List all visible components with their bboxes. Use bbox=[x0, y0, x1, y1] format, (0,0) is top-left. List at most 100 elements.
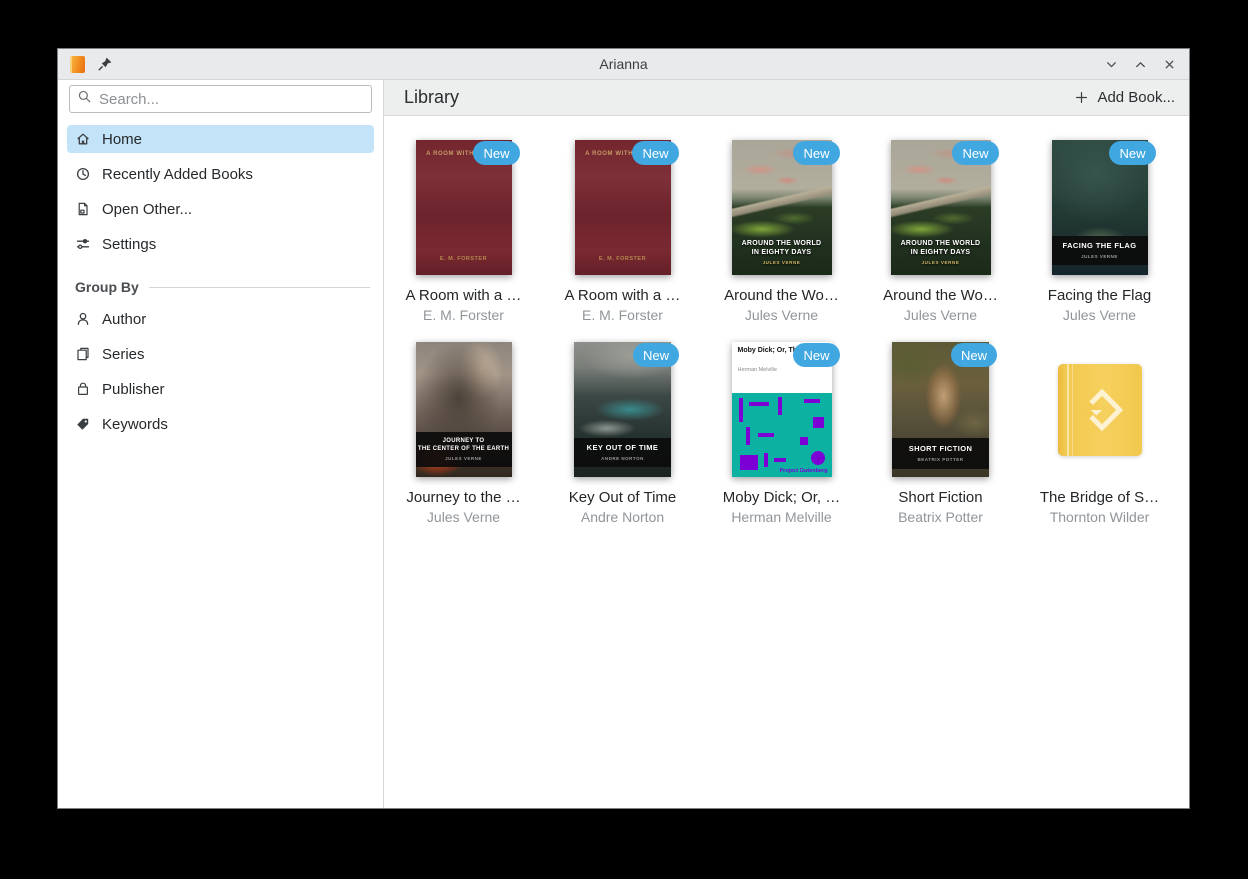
book-author: Herman Melville bbox=[731, 509, 831, 525]
book-author: E. M. Forster bbox=[582, 307, 663, 323]
sidebar-item-label: Recently Added Books bbox=[102, 166, 253, 183]
sidebar-item-open-other[interactable]: Open Other... bbox=[67, 195, 374, 223]
book-cover-area: JOURNEY TOTHE CENTER OF THE EARTH JULES V… bbox=[384, 342, 543, 477]
book-author: Andre Norton bbox=[581, 509, 664, 525]
sidebar-item-label: Open Other... bbox=[102, 201, 192, 218]
add-book-label: Add Book... bbox=[1097, 89, 1175, 106]
book-card-around-the-wo[interactable]: AROUND THE WORLDIN EIGHTY DAYSJULES VERN… bbox=[702, 140, 861, 323]
book-cover: AROUND THE WORLDIN EIGHTY DAYSJULES VERN… bbox=[732, 140, 832, 275]
book-cover: SHORT FICTIONBEATRIX POTTERNew bbox=[892, 342, 989, 477]
library-pane: Library Add Book... A ROOM WITH A VIEWE.… bbox=[384, 80, 1189, 808]
cover-art-band: KEY OUT OF TIME ANDRE NORTON bbox=[574, 438, 671, 467]
minimize-icon[interactable] bbox=[1104, 57, 1119, 72]
book-cover: A ROOM WITH A VIEWE. M. FORSTERNew bbox=[575, 140, 671, 275]
book-spine bbox=[1067, 364, 1069, 456]
book-author: Jules Verne bbox=[427, 509, 500, 525]
sidebar-item-keywords[interactable]: Keywords bbox=[67, 410, 374, 438]
new-badge: New bbox=[632, 141, 678, 165]
cover-art-band: FACING THE FLAGJULES VERNE bbox=[1052, 236, 1148, 265]
new-badge: New bbox=[473, 141, 519, 165]
book-title: Short Fiction bbox=[898, 489, 982, 506]
cover-art-title: FACING THE FLAG bbox=[1054, 241, 1146, 251]
sidebar-item-settings[interactable]: Settings bbox=[67, 230, 374, 258]
cover-art-author: JULES VERNE bbox=[732, 260, 832, 266]
book-title: Around the Wo… bbox=[883, 287, 998, 304]
book-cover-area: AROUND THE WORLDIN EIGHTY DAYSJULES VERN… bbox=[861, 140, 1020, 275]
cover-art-band: JOURNEY TOTHE CENTER OF THE EARTH JULES V… bbox=[416, 432, 512, 467]
book-cover-area: SHORT FICTIONBEATRIX POTTERNew bbox=[861, 342, 1020, 477]
book-author: Jules Verne bbox=[904, 307, 977, 323]
book-card-a-room-with-a[interactable]: A ROOM WITH A VIEWE. M. FORSTERNewA Room… bbox=[543, 140, 702, 323]
sidebar-item-series[interactable]: Series bbox=[67, 340, 374, 368]
cover-art-author: Herman Melville bbox=[738, 367, 826, 373]
sidebar-item-label: Settings bbox=[102, 236, 156, 253]
book-cover: AROUND THE WORLDIN EIGHTY DAYSJULES VERN… bbox=[891, 140, 991, 275]
maximize-icon[interactable] bbox=[1133, 57, 1148, 72]
new-badge: New bbox=[952, 141, 998, 165]
book-author: Jules Verne bbox=[1063, 307, 1136, 323]
book-title: Journey to the … bbox=[406, 489, 520, 506]
arianna-window: Arianna H bbox=[57, 48, 1190, 809]
new-badge: New bbox=[633, 343, 679, 367]
sidebar-item-home[interactable]: Home bbox=[67, 125, 374, 153]
add-book-button[interactable]: Add Book... bbox=[1074, 89, 1175, 106]
cover-art-author: JULES VERNE bbox=[418, 456, 510, 461]
cover-art-shapes: Project Gutenberg bbox=[732, 393, 832, 477]
cover-art-author: BEATRIX POTTER bbox=[894, 457, 987, 462]
clock-icon bbox=[75, 166, 91, 182]
cover-art-author: ANDRE NORTON bbox=[576, 456, 669, 461]
book-card-the-bridge-of-s[interactable]: The Bridge of S…Thornton Wilder bbox=[1020, 342, 1179, 525]
library-header: Library Add Book... bbox=[384, 80, 1189, 116]
search-box[interactable] bbox=[69, 85, 372, 113]
book-cover: JOURNEY TOTHE CENTER OF THE EARTH JULES V… bbox=[416, 342, 512, 477]
sidebar-item-label: Author bbox=[102, 311, 146, 328]
cover-art-footer: Project Gutenberg bbox=[780, 468, 828, 474]
search-input[interactable] bbox=[99, 91, 364, 108]
book-cover-area: Moby Dick; Or, The WhaleHerman MelvilleP… bbox=[702, 342, 861, 477]
sidebar-item-label: Publisher bbox=[102, 381, 165, 398]
book-cover-area: AROUND THE WORLDIN EIGHTY DAYSJULES VERN… bbox=[702, 140, 861, 275]
epub-logo-icon bbox=[1080, 388, 1122, 430]
book-author: E. M. Forster bbox=[423, 307, 504, 323]
book-author: Jules Verne bbox=[745, 307, 818, 323]
cover-art-title: JOURNEY TOTHE CENTER OF THE EARTH bbox=[418, 437, 510, 453]
app-icon[interactable] bbox=[70, 56, 85, 73]
group-by-divider bbox=[149, 287, 370, 288]
sidebar-item-label: Keywords bbox=[102, 416, 168, 433]
group-by-header: Group By bbox=[75, 279, 372, 295]
book-title: Key Out of Time bbox=[569, 489, 677, 506]
book-cover: FACING THE FLAGJULES VERNENew bbox=[1052, 140, 1148, 275]
sidebar-item-publisher[interactable]: Publisher bbox=[67, 375, 374, 403]
sidebar-nav: Home Recently Added Books Open Other... Set… bbox=[67, 125, 374, 258]
cover-art-title: AROUND THE WORLDIN EIGHTY DAYSJULES VERN… bbox=[891, 239, 991, 266]
book-card-facing-the-flag[interactable]: FACING THE FLAGJULES VERNENew Facing the … bbox=[1020, 140, 1179, 323]
titlebar[interactable]: Arianna bbox=[58, 49, 1189, 80]
book-cover-area: KEY OUT OF TIME ANDRE NORTON New bbox=[543, 342, 702, 477]
new-badge: New bbox=[951, 343, 997, 367]
close-icon[interactable] bbox=[1162, 57, 1177, 72]
book-card-key-out-of-time[interactable]: KEY OUT OF TIME ANDRE NORTON New Key Out of… bbox=[543, 342, 702, 525]
book-card-moby-dick-or[interactable]: Moby Dick; Or, The WhaleHerman MelvilleP… bbox=[702, 342, 861, 525]
book-cover-area: A ROOM WITH A VIEWE. M. FORSTERNew bbox=[384, 140, 543, 275]
book-cover bbox=[1058, 364, 1142, 456]
sidebar-item-author[interactable]: Author bbox=[67, 305, 374, 333]
sidebar-item-recently-added-books[interactable]: Recently Added Books bbox=[67, 160, 374, 188]
book-grid: A ROOM WITH A VIEWE. M. FORSTERNewA Room… bbox=[384, 116, 1189, 525]
pin-icon[interactable] bbox=[97, 56, 113, 72]
book-card-journey-to-the[interactable]: JOURNEY TOTHE CENTER OF THE EARTH JULES V… bbox=[384, 342, 543, 525]
desktop-background: Arianna H bbox=[0, 0, 1248, 879]
book-cover-area bbox=[1020, 342, 1179, 477]
book-card-around-the-wo[interactable]: AROUND THE WORLDIN EIGHTY DAYSJULES VERN… bbox=[861, 140, 1020, 323]
book-cover-area: FACING THE FLAGJULES VERNENew bbox=[1020, 140, 1179, 275]
book-card-short-fiction[interactable]: SHORT FICTIONBEATRIX POTTERNew Short Fict… bbox=[861, 342, 1020, 525]
book-card-a-room-with-a[interactable]: A ROOM WITH A VIEWE. M. FORSTERNewA Room… bbox=[384, 140, 543, 323]
new-badge: New bbox=[793, 343, 839, 367]
sidebar-item-label: Home bbox=[102, 131, 142, 148]
document-icon bbox=[75, 201, 91, 217]
window-title: Arianna bbox=[58, 56, 1189, 72]
sidebar: Home Recently Added Books Open Other... Set… bbox=[58, 80, 384, 808]
book-title: Facing the Flag bbox=[1048, 287, 1151, 304]
plus-icon bbox=[1074, 90, 1089, 105]
cover-art-title: KEY OUT OF TIME bbox=[576, 443, 669, 453]
search-icon bbox=[77, 89, 92, 109]
